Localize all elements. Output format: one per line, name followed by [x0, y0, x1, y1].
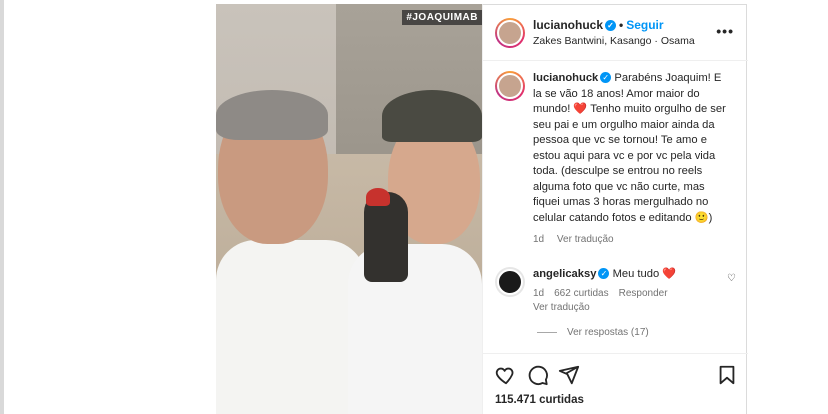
post-side-panel: lucianohuck ✓ • Seguir Zakes Bantwini, Kasa…	[482, 4, 748, 414]
post-actions-bar: 115.471 curtidas	[483, 353, 748, 414]
view-replies-link[interactable]: Ver respostas (17)	[537, 327, 649, 338]
likes-count[interactable]: 115.471 curtidas	[495, 394, 584, 406]
post-media[interactable]: #JOAQUIMAB	[216, 4, 482, 414]
replies-divider	[537, 331, 557, 333]
comment-likes[interactable]: 662 curtidas	[554, 288, 608, 299]
share-send-icon[interactable]	[558, 364, 580, 386]
media-person-cap	[382, 90, 482, 142]
comment-reply-button[interactable]: Responder	[619, 288, 668, 299]
comment-username[interactable]: angelicaksy	[533, 268, 596, 280]
comment-age[interactable]: 1d	[533, 288, 544, 299]
comment-text: Meu tudo ❤️	[612, 268, 677, 280]
caption-text: Parabéns Joaquim! E la se vão 18 anos! A…	[533, 72, 726, 224]
follow-button[interactable]: Seguir	[626, 18, 663, 32]
save-bookmark-icon[interactable]	[716, 364, 738, 386]
media-child-helmet	[366, 188, 390, 206]
media-person-shirt	[216, 240, 366, 414]
caption-username[interactable]: lucianohuck	[533, 72, 598, 84]
comment-like-heart-icon[interactable]: ♡	[727, 273, 736, 284]
avatar[interactable]	[495, 267, 525, 297]
media-hashtag-overlay: #JOAQUIMAB	[402, 10, 482, 25]
post-header: lucianohuck ✓ • Seguir Zakes Bantwini, Kasa…	[483, 5, 748, 61]
comment-translate-link[interactable]: Ver tradução	[533, 302, 590, 313]
caption-translate-link[interactable]: Ver tradução	[557, 234, 614, 245]
verified-badge-icon: ✓	[600, 72, 612, 83]
caption-meta: 1d Ver tradução	[533, 232, 733, 248]
avatar[interactable]	[495, 18, 525, 48]
verified-badge-icon: ✓	[605, 20, 617, 31]
page-background	[0, 0, 216, 414]
more-horizontal-icon[interactable]: •••	[716, 23, 734, 39]
avatar[interactable]	[495, 71, 525, 101]
comment-meta: 1d 662 curtidas Responder Ver tradução	[533, 287, 723, 315]
verified-badge-icon: ✓	[598, 268, 610, 279]
comment-body: angelicaksy ✓ Meu tudo ❤️	[533, 267, 676, 282]
separator-dot: •	[619, 18, 624, 32]
media-person-hair	[216, 90, 328, 140]
like-heart-icon[interactable]	[495, 364, 517, 386]
caption-body: lucianohuck ✓ Parabéns Joaquim! E la se v…	[533, 71, 733, 248]
comment-bubble-icon[interactable]	[527, 364, 549, 386]
header-user-line: lucianohuck ✓ • Seguir	[533, 18, 664, 32]
scrollbar[interactable]	[0, 0, 4, 414]
view-replies-label: Ver respostas (17)	[567, 327, 649, 338]
header-username[interactable]: lucianohuck	[533, 18, 603, 32]
audio-attribution[interactable]: Zakes Bantwini, Kasango · Osama	[533, 35, 695, 47]
caption-age[interactable]: 1d	[533, 234, 544, 245]
